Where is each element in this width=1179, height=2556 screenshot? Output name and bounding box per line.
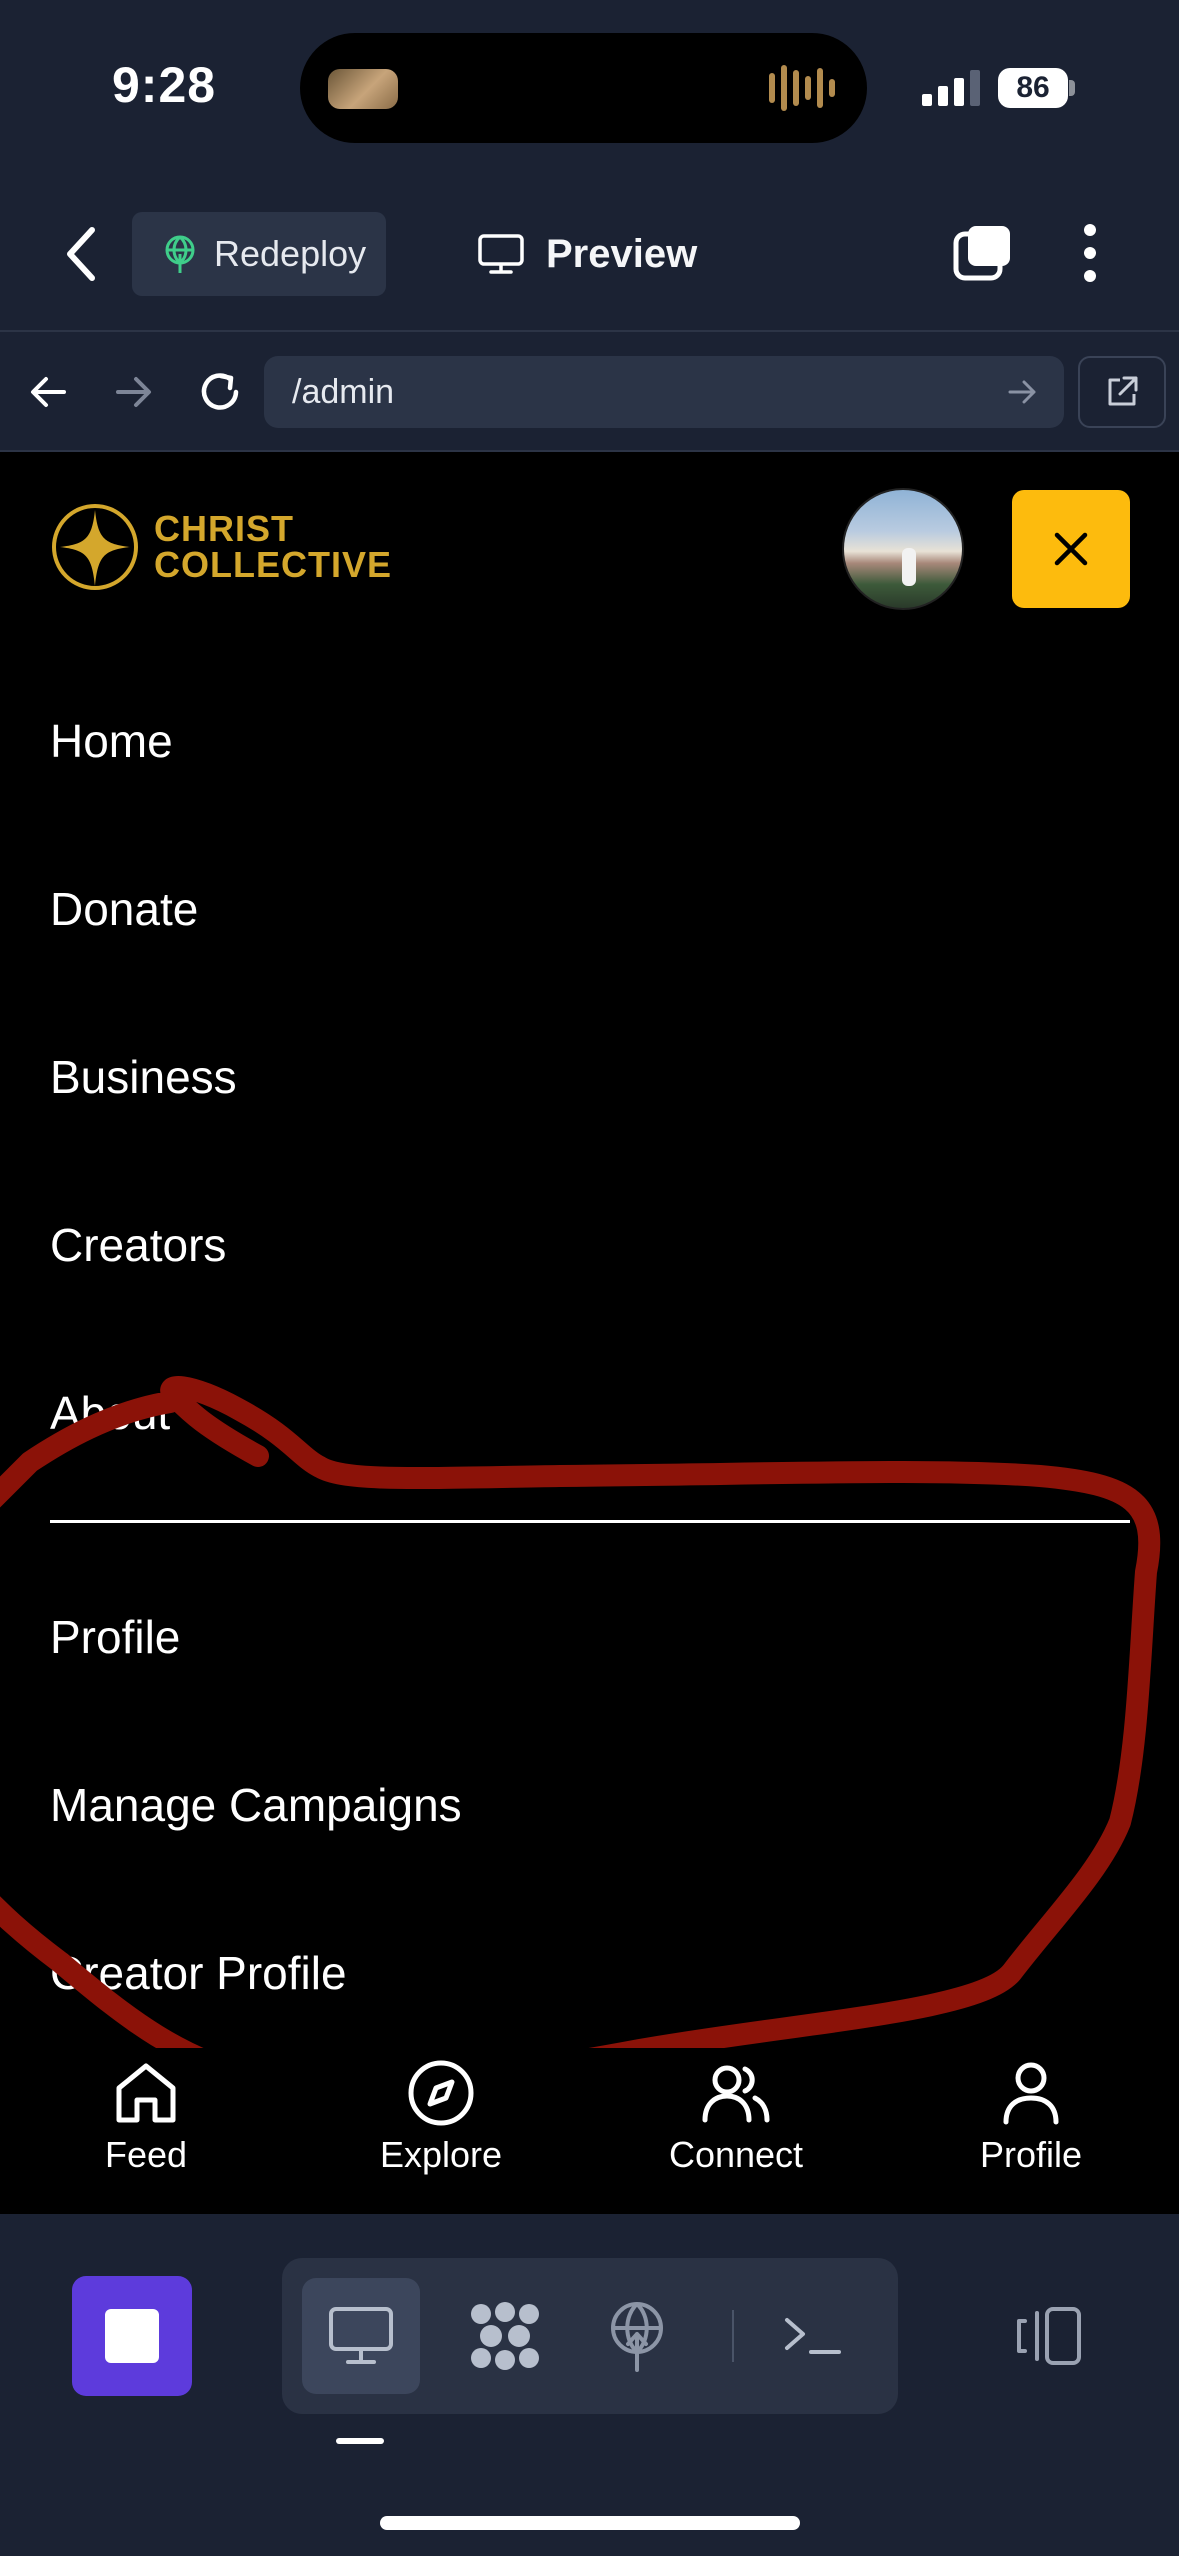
home-icon xyxy=(116,2063,176,2123)
nav-profile[interactable]: Profile xyxy=(931,2048,1131,2176)
back-chevron-icon[interactable] xyxy=(62,224,102,284)
app-viewport: CHRIST COLLECTIVE Home Donate Business C… xyxy=(0,452,1179,2214)
tool-shell-button[interactable] xyxy=(754,2278,872,2394)
tool-deploy-button[interactable] xyxy=(578,2278,696,2394)
nav-feed-label: Feed xyxy=(104,2134,188,2175)
redeploy-label: Redeploy xyxy=(214,233,367,274)
replit-dock xyxy=(0,2214,1179,2556)
tool-agent-button[interactable] xyxy=(446,2278,564,2394)
now-playing-artwork xyxy=(328,69,398,109)
go-arrow-icon[interactable] xyxy=(1006,376,1038,408)
browser-back-icon[interactable] xyxy=(26,370,70,414)
nav-feed[interactable]: Feed xyxy=(46,2048,246,2176)
menu-item-home[interactable]: Home xyxy=(50,714,173,768)
stop-icon xyxy=(105,2309,159,2363)
close-menu-button[interactable] xyxy=(1012,490,1130,608)
deploy-icon xyxy=(611,2302,663,2372)
nav-connect-label: Connect xyxy=(668,2134,804,2175)
menu-item-business[interactable]: Business xyxy=(50,1050,237,1104)
tool-divider xyxy=(732,2310,734,2362)
monitor-icon xyxy=(478,234,524,274)
shell-icon xyxy=(785,2318,841,2354)
avatar-photo-subject xyxy=(902,548,916,586)
url-input[interactable]: /admin xyxy=(264,356,1064,428)
menu-item-about[interactable]: About xyxy=(50,1386,170,1440)
dynamic-island xyxy=(300,33,867,143)
user-icon xyxy=(1003,2062,1059,2125)
site-logo[interactable]: CHRIST COLLECTIVE xyxy=(50,502,392,592)
audio-waveform-icon xyxy=(769,63,839,113)
battery-cap xyxy=(1069,80,1075,96)
nav-explore[interactable]: Explore xyxy=(341,2048,541,2176)
menu-item-creator-profile[interactable]: Creator Profile xyxy=(50,1946,347,2000)
preview-tab[interactable]: Preview xyxy=(478,222,697,286)
cellular-signal-icon xyxy=(922,70,980,106)
menu-divider xyxy=(50,1520,1130,1523)
split-view-icon xyxy=(1017,2307,1081,2365)
external-link-icon xyxy=(1108,376,1138,406)
logo-line-2: COLLECTIVE xyxy=(154,544,393,585)
menu-item-profile[interactable]: Profile xyxy=(50,1610,180,1664)
browser-forward-icon[interactable] xyxy=(112,370,156,414)
stop-button[interactable] xyxy=(72,2276,192,2396)
status-time: 9:28 xyxy=(112,57,217,113)
logo-wordmark: CHRIST COLLECTIVE xyxy=(154,511,392,583)
more-options-icon[interactable] xyxy=(1080,222,1100,284)
logo-line-1: CHRIST xyxy=(154,508,294,549)
nav-profile-label: Profile xyxy=(979,2134,1083,2175)
redeploy-button[interactable]: Redeploy xyxy=(132,212,386,296)
menu-item-creators[interactable]: Creators xyxy=(50,1218,226,1272)
compass-icon xyxy=(408,2060,474,2126)
home-indicator[interactable] xyxy=(380,2516,800,2530)
tool-switcher xyxy=(282,2258,898,2414)
agent-icon xyxy=(471,2302,539,2370)
open-external-button[interactable] xyxy=(1078,356,1166,428)
preview-icon xyxy=(329,2307,393,2364)
menu-item-donate[interactable]: Donate xyxy=(50,882,198,936)
nav-connect[interactable]: Connect xyxy=(636,2048,836,2176)
users-icon xyxy=(702,2065,770,2123)
nav-explore-label: Explore xyxy=(379,2134,503,2175)
menu-item-manage-campaigns[interactable]: Manage Campaigns xyxy=(50,1778,462,1832)
close-icon xyxy=(1054,532,1088,566)
layout-toggle-button[interactable] xyxy=(1000,2276,1096,2396)
reload-icon[interactable] xyxy=(194,366,246,418)
app-bottom-nav: Feed Explore Connect Profile xyxy=(0,2048,1179,2214)
avatar[interactable] xyxy=(842,488,964,610)
tool-preview-button[interactable] xyxy=(302,2278,420,2394)
tabs-icon[interactable] xyxy=(952,222,1014,284)
preview-label: Preview xyxy=(546,231,698,276)
battery-icon: 86 xyxy=(998,68,1068,108)
deploy-icon xyxy=(165,235,195,273)
active-tool-indicator xyxy=(336,2438,384,2444)
star-logo-icon xyxy=(52,504,138,590)
